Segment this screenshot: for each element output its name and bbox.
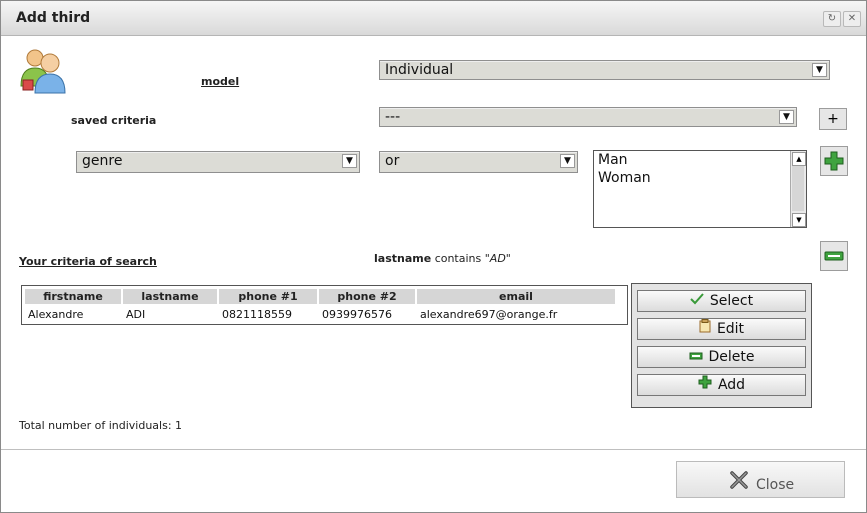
table-row[interactable]: Alexandre ADI 0821118559 0939976576 alex…: [25, 306, 615, 323]
total-count: Total number of individuals: 1: [19, 419, 183, 432]
table-cell: Alexandre: [28, 308, 84, 321]
footer-divider: [1, 449, 866, 450]
column-header[interactable]: firstname: [25, 289, 121, 304]
add-saved-criteria-label: +: [827, 111, 839, 127]
model-label: model: [201, 75, 240, 88]
add-saved-criteria-button[interactable]: +: [819, 108, 847, 130]
table-cell: 0821118559: [222, 308, 292, 321]
add-button-label: Add: [717, 377, 746, 393]
criteria-field-value: genre: [82, 153, 123, 169]
criteria-value: "AD": [484, 252, 511, 265]
chevron-down-icon: ▼: [812, 63, 827, 77]
add-criteria-button[interactable]: [820, 146, 848, 176]
minus-icon: [824, 251, 844, 261]
saved-criteria-value: ---: [385, 109, 401, 125]
results-table: firstname lastname phone #1 phone #2 ema…: [21, 285, 628, 325]
chevron-down-icon: ▼: [342, 154, 357, 168]
criteria-values-listbox[interactable]: Man Woman ▲ ▼: [593, 150, 807, 228]
close-button-label: Close: [756, 477, 795, 493]
delete-button-label: Delete: [708, 349, 755, 365]
table-cell: 0939976576: [322, 308, 392, 321]
table-cell: alexandre697@orange.fr: [420, 308, 558, 321]
plus-icon: [824, 151, 844, 171]
scroll-up-icon[interactable]: ▲: [792, 152, 806, 166]
scroll-down-icon[interactable]: ▼: [792, 213, 806, 227]
select-button-label: Select: [709, 293, 754, 309]
criteria-operator: contains: [434, 252, 482, 265]
edit-button-label: Edit: [716, 321, 745, 337]
add-third-dialog: Add third ↻ ✕ model Individual ▼ saved c…: [0, 0, 867, 513]
column-header[interactable]: phone #1: [219, 289, 317, 304]
criteria-operator-select[interactable]: or ▼: [379, 151, 578, 173]
listbox-option[interactable]: Man: [594, 151, 806, 169]
column-header[interactable]: lastname: [123, 289, 217, 304]
chevron-down-icon: ▼: [560, 154, 575, 168]
column-header[interactable]: email: [417, 289, 615, 304]
model-select[interactable]: Individual ▼: [379, 60, 830, 80]
table-header-row: firstname lastname phone #1 phone #2 ema…: [25, 289, 615, 304]
checkmark-icon: [690, 291, 704, 311]
delete-button[interactable]: Delete: [637, 346, 806, 368]
column-header[interactable]: phone #2: [319, 289, 415, 304]
listbox-scrollbar[interactable]: ▲ ▼: [790, 151, 806, 227]
model-select-value: Individual: [385, 62, 454, 78]
minus-icon: [689, 347, 703, 367]
close-button[interactable]: Close: [676, 461, 845, 498]
listbox-option[interactable]: Woman: [594, 169, 806, 187]
scroll-thumb[interactable]: [792, 166, 804, 211]
plus-icon: [698, 375, 712, 395]
dialog-titlebar[interactable]: Add third ↻ ✕: [1, 1, 866, 36]
clipboard-icon: [699, 319, 711, 339]
remove-criteria-button[interactable]: [820, 241, 848, 271]
actions-panel: Select Edit Delete Add: [631, 283, 812, 408]
close-x-icon: [729, 470, 749, 494]
criteria-operator-value: or: [385, 153, 400, 169]
saved-criteria-label: saved criteria: [71, 114, 157, 127]
users-icon: [19, 46, 67, 94]
chevron-down-icon: ▼: [779, 110, 794, 124]
criteria-field-name: lastname: [374, 252, 432, 265]
close-icon[interactable]: ✕: [843, 11, 861, 27]
criteria-heading: Your criteria of search: [19, 255, 157, 268]
dialog-title: Add third: [16, 10, 91, 26]
select-button[interactable]: Select: [637, 290, 806, 312]
add-button[interactable]: Add: [637, 374, 806, 396]
saved-criteria-select[interactable]: --- ▼: [379, 107, 797, 127]
edit-button[interactable]: Edit: [637, 318, 806, 340]
criteria-summary: lastname contains "AD": [374, 252, 511, 265]
table-cell: ADI: [126, 308, 146, 321]
criteria-field-select[interactable]: genre ▼: [76, 151, 360, 173]
restore-icon[interactable]: ↻: [823, 11, 841, 27]
